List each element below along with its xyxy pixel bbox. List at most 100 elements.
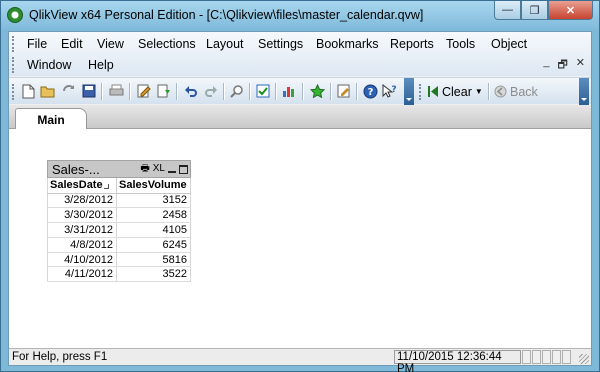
menu-edit[interactable]: Edit bbox=[61, 37, 83, 51]
cell-salesdate[interactable]: 4/11/2012 bbox=[47, 266, 117, 283]
document-controls: _ 🗗 ✕ bbox=[543, 56, 585, 75]
table-header-row: SalesDate SalesVolume bbox=[47, 178, 191, 194]
table-box-caption[interactable]: Sales-... 🖶 XL bbox=[47, 160, 191, 178]
cell-salesdate[interactable]: 3/28/2012 bbox=[47, 193, 117, 209]
close-button[interactable]: ✕ bbox=[548, 1, 593, 20]
bookmark-star-icon[interactable] bbox=[309, 83, 325, 99]
cell-salesvolume[interactable]: 2458 bbox=[116, 207, 191, 224]
client-area: File Edit View Selections Layout Setting… bbox=[8, 31, 592, 372]
search-icon[interactable] bbox=[229, 83, 245, 99]
resize-grip-icon[interactable] bbox=[579, 354, 589, 364]
status-bar: For Help, press F1 11/10/2015 12:36:44 P… bbox=[9, 348, 591, 372]
menu-reports[interactable]: Reports bbox=[390, 37, 434, 51]
toolbar-separator bbox=[356, 83, 357, 100]
sheet-properties-icon[interactable] bbox=[336, 83, 352, 99]
help-icon[interactable]: ? bbox=[362, 83, 378, 99]
reload-data-icon[interactable] bbox=[156, 83, 172, 99]
menu-grip-icon[interactable] bbox=[12, 36, 15, 52]
menu-layout[interactable]: Layout bbox=[206, 37, 244, 51]
toolbar-separator bbox=[101, 83, 102, 100]
caption-icons: 🖶 XL bbox=[140, 163, 188, 175]
cell-salesdate[interactable]: 4/8/2012 bbox=[47, 237, 117, 253]
cell-salesvolume[interactable]: 5816 bbox=[116, 252, 191, 268]
status-indicator bbox=[522, 350, 531, 364]
table-row[interactable]: 4/11/2012 3522 bbox=[47, 266, 191, 283]
restore-button[interactable]: ❐ bbox=[521, 1, 548, 20]
sheet-canvas[interactable]: Sales-... 🖶 XL SalesDate SalesVolume 3/2… bbox=[9, 129, 591, 348]
status-help-text: For Help, press F1 bbox=[12, 351, 108, 363]
status-indicator bbox=[542, 350, 551, 364]
check-icon[interactable] bbox=[255, 83, 271, 99]
clear-button[interactable]: Clear ▼ bbox=[427, 82, 483, 101]
column-label: SalesDate bbox=[50, 179, 103, 192]
toolbar-overflow-button[interactable] bbox=[404, 78, 414, 105]
application-window: QlikView x64 Personal Edition - [C:\Qlik… bbox=[0, 0, 600, 372]
menu-settings[interactable]: Settings bbox=[258, 37, 303, 51]
cell-salesdate[interactable]: 3/31/2012 bbox=[47, 222, 117, 238]
chart-wizard-icon[interactable] bbox=[281, 83, 297, 99]
title-bar[interactable]: QlikView x64 Personal Edition - [C:\Qlik… bbox=[1, 1, 599, 30]
table-row[interactable]: 3/31/2012 4105 bbox=[47, 222, 191, 238]
toolbar-grip-icon[interactable] bbox=[419, 84, 422, 100]
undo-icon[interactable] bbox=[183, 83, 199, 99]
back-button[interactable]: Back bbox=[494, 82, 538, 101]
column-header-salesdate[interactable]: SalesDate bbox=[47, 178, 117, 194]
table-row[interactable]: 3/30/2012 2458 bbox=[47, 207, 191, 224]
menu-tools[interactable]: Tools bbox=[446, 37, 475, 51]
toolbar-separator bbox=[129, 83, 130, 100]
window-controls: — ❐ ✕ bbox=[494, 1, 593, 21]
menu-grip-icon[interactable] bbox=[12, 57, 15, 73]
status-indicator bbox=[552, 350, 561, 364]
clear-label: Clear bbox=[442, 84, 472, 99]
column-header-salesvolume[interactable]: SalesVolume bbox=[116, 178, 191, 194]
cell-salesdate[interactable]: 4/10/2012 bbox=[47, 252, 117, 268]
cell-salesvolume[interactable]: 3152 bbox=[116, 193, 191, 209]
doc-restore-icon[interactable]: 🗗 bbox=[557, 56, 567, 75]
save-icon[interactable] bbox=[81, 83, 97, 99]
chevron-down-icon[interactable]: ▼ bbox=[475, 87, 483, 96]
tab-main[interactable]: Main bbox=[15, 108, 87, 130]
menu-file[interactable]: File bbox=[27, 37, 47, 51]
table-row[interactable]: 4/10/2012 5816 bbox=[47, 252, 191, 268]
menu-view[interactable]: View bbox=[97, 37, 124, 51]
sheet-tab-strip: Main bbox=[9, 105, 591, 130]
cell-salesvolume[interactable]: 3522 bbox=[116, 266, 191, 283]
redo-icon[interactable] bbox=[203, 83, 219, 99]
sales-table-box[interactable]: Sales-... 🖶 XL SalesDate SalesVolume 3/2… bbox=[47, 160, 191, 283]
menu-bar: File Edit View Selections Layout Setting… bbox=[9, 32, 591, 76]
send-to-excel-icon[interactable]: XL bbox=[153, 163, 165, 175]
menu-bookmarks[interactable]: Bookmarks bbox=[316, 37, 379, 51]
edit-script-icon[interactable] bbox=[136, 83, 152, 99]
cell-salesvolume[interactable]: 4105 bbox=[116, 222, 191, 238]
new-icon[interactable] bbox=[20, 83, 36, 99]
minimize-icon[interactable] bbox=[168, 171, 176, 173]
toolbar-grip-icon[interactable] bbox=[12, 84, 15, 100]
maximize-icon[interactable] bbox=[179, 164, 188, 174]
menu-window[interactable]: Window bbox=[27, 58, 71, 72]
cell-salesvolume[interactable]: 6245 bbox=[116, 237, 191, 253]
qlikview-app-icon[interactable] bbox=[7, 7, 23, 23]
table-box-title: Sales-... bbox=[52, 162, 100, 177]
minimize-button[interactable]: — bbox=[494, 1, 521, 20]
print-icon[interactable] bbox=[108, 83, 124, 99]
toolbar-separator bbox=[176, 83, 177, 100]
svg-text:?: ? bbox=[391, 85, 396, 95]
toolbar-overflow-button[interactable] bbox=[579, 78, 589, 105]
status-indicators bbox=[522, 350, 572, 364]
menu-selections[interactable]: Selections bbox=[138, 37, 196, 51]
table-row[interactable]: 4/8/2012 6245 bbox=[47, 237, 191, 253]
doc-close-icon[interactable]: ✕ bbox=[576, 56, 585, 75]
toolbar-separator bbox=[223, 83, 224, 100]
window-title: QlikView x64 Personal Edition - [C:\Qlik… bbox=[29, 8, 424, 22]
toolbar-separator bbox=[330, 83, 331, 100]
cell-salesdate[interactable]: 3/30/2012 bbox=[47, 207, 117, 224]
print-icon[interactable]: 🖶 bbox=[140, 163, 149, 175]
context-help-icon[interactable]: ? bbox=[382, 83, 398, 99]
table-row[interactable]: 3/28/2012 3152 bbox=[47, 193, 191, 209]
menu-object[interactable]: Object bbox=[491, 37, 527, 51]
open-icon[interactable] bbox=[40, 83, 56, 99]
doc-minimize-icon[interactable]: _ bbox=[543, 56, 549, 75]
menu-help[interactable]: Help bbox=[88, 58, 114, 72]
reload-icon[interactable] bbox=[61, 83, 77, 99]
toolbar-separator bbox=[488, 83, 489, 100]
